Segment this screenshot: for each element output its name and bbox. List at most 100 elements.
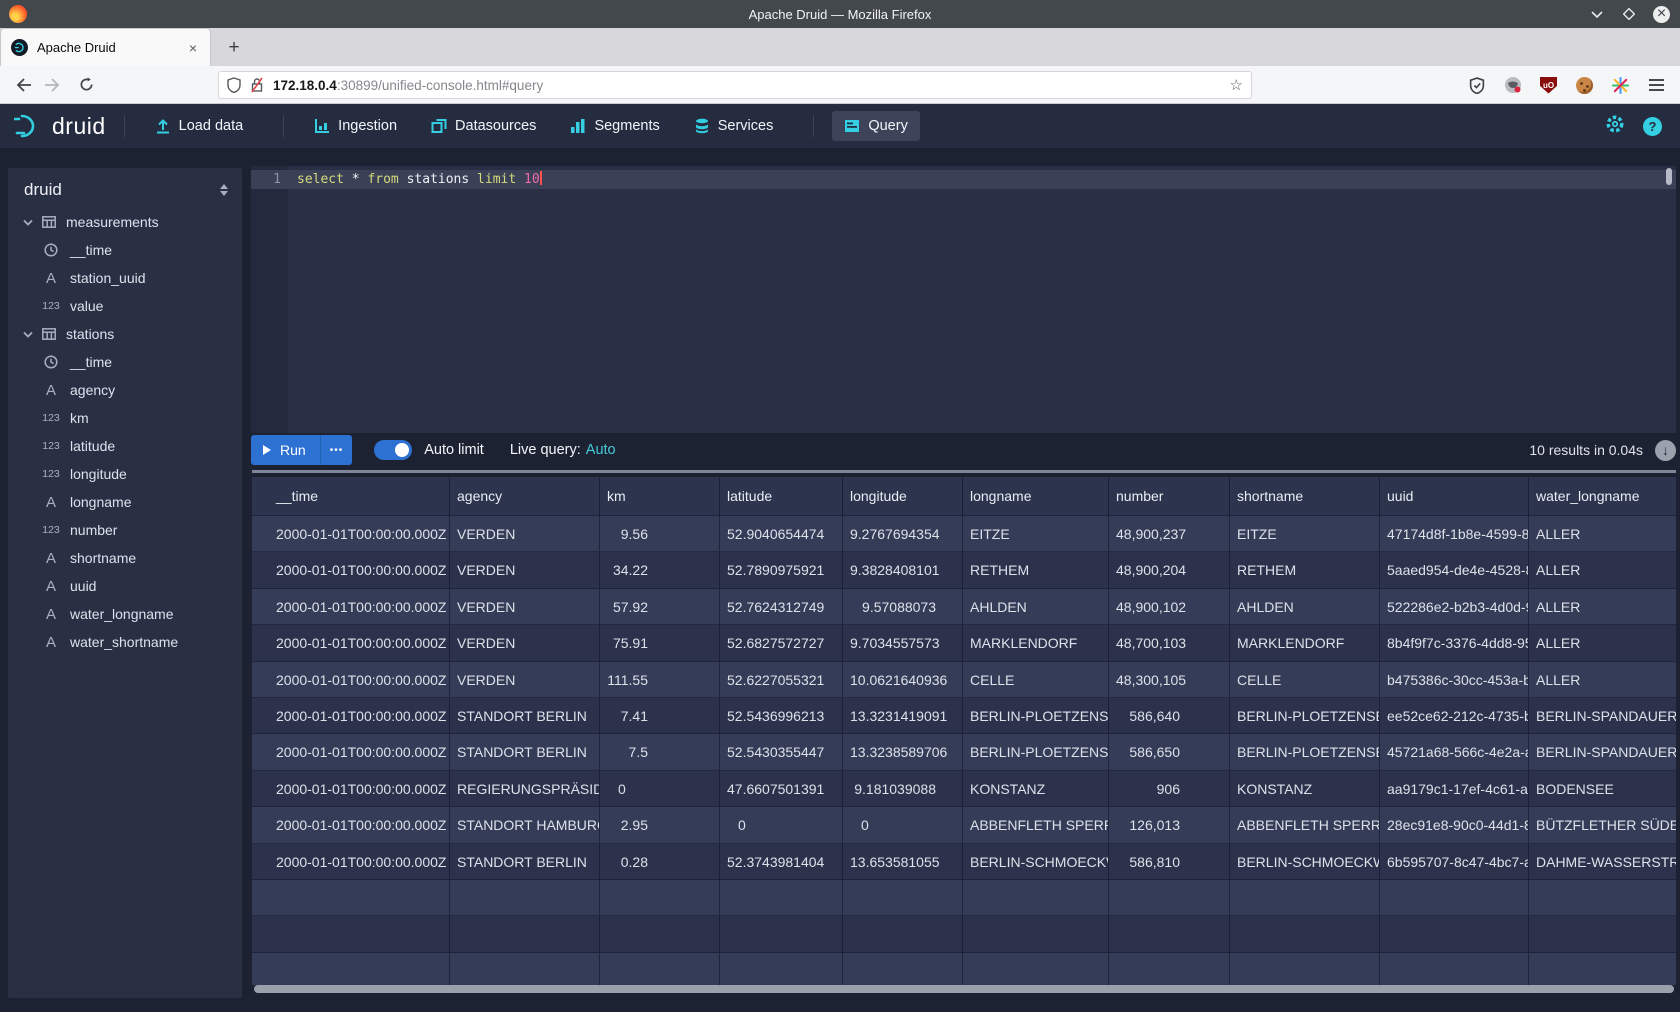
privacy-shield-icon[interactable] [1467,76,1486,95]
cell-uuid[interactable]: aa9179c1-17ef-4c61-a48 [1380,771,1529,807]
cell-agency[interactable]: STANDORT HAMBURG [450,807,600,843]
cell-uuid[interactable]: 47174d8f-1b8e-4599-8a [1380,516,1529,552]
cell-number[interactable]: 906 [1109,771,1230,807]
cell-shortname[interactable]: BERLIN-SCHMOECKWITZ [1230,844,1380,880]
snowflake-extension-icon[interactable] [1611,76,1630,95]
cell-__time[interactable]: 2000-01-01T00:00:00.000Z [252,771,450,807]
cell-agency[interactable]: REGIERUNGSPRÄSIDIUM [450,771,600,807]
cell-__time[interactable]: 2000-01-01T00:00:00.000Z [252,807,450,843]
cell-latitude[interactable]: 52.5430355447 [720,734,843,770]
column-header-latitude[interactable]: latitude [720,477,843,516]
cell-number[interactable]: 48,900,204 [1109,552,1230,588]
cell-km[interactable]: 111.55 [600,662,720,698]
schema-tree-item-value[interactable]: 123value [8,292,242,320]
schema-tree-item-shortname[interactable]: Ashortname [8,544,242,572]
cell-longitude[interactable]: 10.0621640936 [843,662,963,698]
tracking-shield-icon[interactable] [227,77,241,93]
window-minimize-button[interactable] [1589,6,1605,22]
schema-tree-item-km[interactable]: 123km [8,404,242,432]
schema-tree-item-latitude[interactable]: 123latitude [8,432,242,460]
cell-number[interactable]: 48,900,102 [1109,589,1230,625]
results-horizontal-scrollbar[interactable] [254,985,1674,993]
cell-latitude[interactable]: 52.5436996213 [720,698,843,734]
cell-number[interactable]: 586,650 [1109,734,1230,770]
cell-longname[interactable]: AHLDEN [963,589,1109,625]
url-bar[interactable]: 172.18.0.4:30899/unified-console.html#qu… [218,71,1252,99]
column-header-number[interactable]: number [1109,477,1230,516]
cell-latitude[interactable]: 47.6607501391 [720,771,843,807]
cell-uuid[interactable]: 45721a68-566c-4e2a-a6 [1380,734,1529,770]
schema-tree-item-stations[interactable]: stations [8,320,242,348]
schema-tree-item-number[interactable]: 123number [8,516,242,544]
schema-tree-item-__time[interactable]: __time [8,236,242,264]
cell-latitude[interactable]: 52.6227055321 [720,662,843,698]
cell-agency[interactable]: VERDEN [450,625,600,661]
column-header-agency[interactable]: agency [450,477,600,516]
nav-item-ingestion[interactable]: Ingestion [302,111,409,141]
nav-item-services[interactable]: Services [682,111,786,141]
cell-number[interactable]: 586,810 [1109,844,1230,880]
cell-water_longname[interactable]: DAHME-WASSERSTRASSE [1529,844,1676,880]
cell-number[interactable]: 126,013 [1109,807,1230,843]
cell-longitude[interactable]: 13.3231419091 [843,698,963,734]
cell-uuid[interactable]: 6b595707-8c47-4bc7-a8 [1380,844,1529,880]
cell-latitude[interactable]: 52.7890975921 [720,552,843,588]
cell-latitude[interactable]: 0 [720,807,843,843]
back-icon[interactable] [10,71,38,99]
cell-agency[interactable]: STANDORT BERLIN [450,698,600,734]
cell-uuid[interactable]: 8b4f9f7c-3376-4dd8-95c [1380,625,1529,661]
cell-shortname[interactable]: KONSTANZ [1230,771,1380,807]
run-more-button[interactable]: ••• [320,435,353,465]
cell-__time[interactable]: 2000-01-01T00:00:00.000Z [252,625,450,661]
cell-__time[interactable]: 2000-01-01T00:00:00.000Z [252,589,450,625]
nav-item-load-data[interactable]: Load data [143,111,256,141]
schema-tree-item-uuid[interactable]: Auuid [8,572,242,600]
help-icon[interactable]: ? [1643,117,1662,136]
cell-uuid[interactable]: b475386c-30cc-453a-b3 [1380,662,1529,698]
ublock-icon[interactable]: uO [1539,76,1558,95]
cell-water_longname[interactable]: BERLIN-SPANDAUER-SCH [1529,734,1676,770]
insecure-lock-icon[interactable] [250,77,264,93]
schema-tree-item-water_longname[interactable]: Awater_longname [8,600,242,628]
cell-water_longname[interactable]: ALLER [1529,516,1676,552]
cell-longname[interactable]: KONSTANZ [963,771,1109,807]
cell-shortname[interactable]: CELLE [1230,662,1380,698]
cell-km[interactable]: 57.92 [600,589,720,625]
column-header-longname[interactable]: longname [963,477,1109,516]
cell-uuid[interactable]: ee52ce62-212c-4735-b4 [1380,698,1529,734]
schema-tree-item-water_shortname[interactable]: Awater_shortname [8,628,242,656]
cell-agency[interactable]: VERDEN [450,662,600,698]
cell-uuid[interactable]: 28ec91e8-90c0-44d1-8fc [1380,807,1529,843]
cell-shortname[interactable]: BERLIN-PLOETZENSEE OP [1230,698,1380,734]
new-tab-button[interactable]: + [222,36,246,60]
schema-tree-item-longitude[interactable]: 123longitude [8,460,242,488]
column-header-water_longname[interactable]: water_longname [1529,477,1676,516]
nav-item-segments[interactable]: Segments [558,111,671,141]
settings-gear-icon[interactable] [1605,114,1625,139]
browser-tab[interactable]: Apache Druid × [0,28,211,66]
cell-km[interactable]: 7.5 [600,734,720,770]
window-close-button[interactable]: × [1653,6,1670,23]
cell-longitude[interactable]: 9.2767694354 [843,516,963,552]
cell-number[interactable]: 48,900,237 [1109,516,1230,552]
cell-longname[interactable]: EITZE [963,516,1109,552]
live-query-dropdown[interactable]: Live query:Auto [510,442,616,458]
cell-longname[interactable]: BERLIN-PLOETZENSEE UP [963,734,1109,770]
cell-uuid[interactable]: 522286e2-b2b3-4d0d-9a [1380,589,1529,625]
cell-shortname[interactable]: BERLIN-PLOETZENSEE UP [1230,734,1380,770]
cell-longname[interactable]: CELLE [963,662,1109,698]
cell-longname[interactable]: BERLIN-PLOETZENSEE OP [963,698,1109,734]
cell-agency[interactable]: VERDEN [450,552,600,588]
cell-water_longname[interactable]: BODENSEE [1529,771,1676,807]
cell-__time[interactable]: 2000-01-01T00:00:00.000Z [252,844,450,880]
cell-latitude[interactable]: 52.6827572727 [720,625,843,661]
column-header-km[interactable]: km [600,477,720,516]
column-header-uuid[interactable]: uuid [1380,477,1529,516]
schema-tree-item-agency[interactable]: Aagency [8,376,242,404]
cell-km[interactable]: 2.95 [600,807,720,843]
cell-longname[interactable]: ABBENFLETH SPERRWERK [963,807,1109,843]
cell-longitude[interactable]: 9.3828408101 [843,552,963,588]
cell-water_longname[interactable]: ALLER [1529,625,1676,661]
cell-km[interactable]: 75.91 [600,625,720,661]
cell-shortname[interactable]: ABBENFLETH SPERRWERK [1230,807,1380,843]
